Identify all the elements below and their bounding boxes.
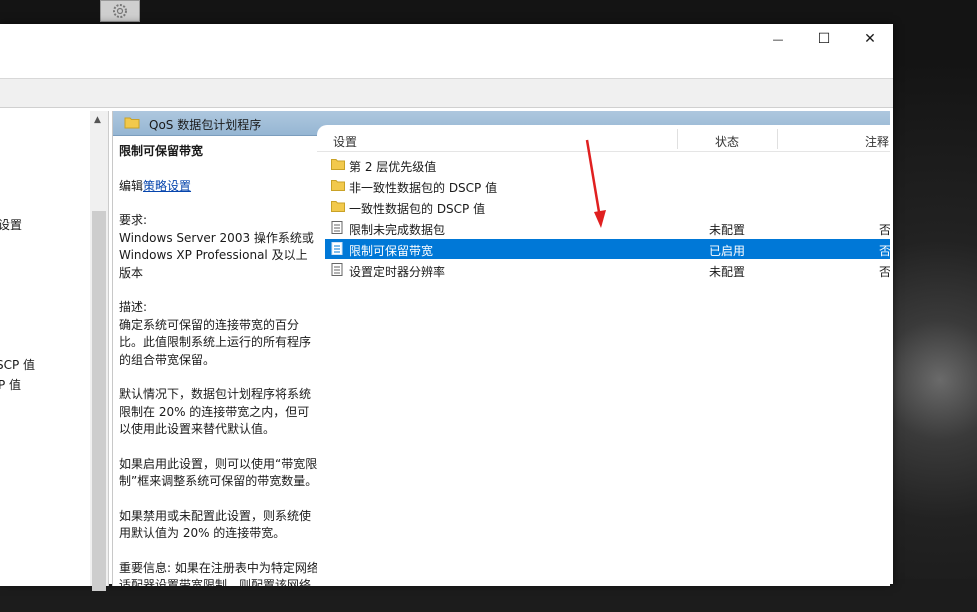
list-item[interactable]: 设置定时器分辨率 未配置 否 — [325, 260, 890, 280]
tree-item[interactable]: P 值 — [0, 376, 21, 393]
scroll-up-icon[interactable]: ▲ — [94, 115, 101, 125]
policy-setting-icon — [331, 221, 343, 234]
minimize-icon: — — [772, 32, 784, 46]
list-item-selected[interactable]: 限制可保留带宽 已启用 否 — [325, 239, 890, 259]
important-text: 重要信息: 如果在注册表中为特定网络适配器设置带宽限制，则配置该网络 — [119, 560, 319, 593]
tree-item[interactable]: 设置 — [0, 216, 22, 233]
column-header-status[interactable]: 状态 — [715, 133, 739, 150]
column-separator[interactable] — [677, 129, 678, 149]
list-header: 设置 状态 注释 — [317, 125, 890, 152]
list-item-note: 否 — [879, 244, 890, 258]
folder-icon — [124, 117, 140, 129]
close-icon: ✕ — [864, 31, 876, 47]
menu-bar — [0, 54, 893, 79]
requirements-label: 要求: — [119, 213, 148, 227]
description-text: 确定系统可保留的连接带宽的百分比。此值限制系统上运行的所有程序的组合带宽保留。 — [119, 317, 312, 367]
list-item-label: 非一致性数据包的 DSCP 值 — [349, 181, 498, 195]
column-separator[interactable] — [777, 129, 778, 149]
list-item-status: 未配置 — [709, 223, 746, 237]
folder-icon — [331, 201, 345, 212]
policy-setting-icon — [331, 263, 343, 276]
setting-description: 限制可保留带宽 编辑策略设置 要求: Windows Server 2003 操作… — [119, 143, 319, 612]
column-header-note[interactable]: 注释 — [865, 133, 889, 150]
gear-icon-tile[interactable] — [100, 0, 140, 22]
edit-line: 编辑策略设置 — [119, 178, 319, 196]
list-item-note: 否 — [879, 223, 890, 237]
requirements-text: Windows Server 2003 操作系统或 Windows XP Pro… — [119, 230, 314, 280]
description-label: 描述: — [119, 300, 148, 314]
list-item[interactable]: 一致性数据包的 DSCP 值 — [325, 197, 890, 217]
toolbar — [0, 79, 893, 108]
list-item-label: 设置定时器分辨率 — [349, 265, 446, 279]
list-item-label: 限制未完成数据包 — [349, 223, 446, 237]
list-item-status: 已启用 — [709, 244, 746, 258]
tree-item[interactable]: SCP 值 — [0, 356, 35, 373]
edit-prefix: 编辑 — [119, 178, 144, 193]
tree-scrollbar[interactable]: ▲ — [90, 111, 108, 591]
list-item-label: 一致性数据包的 DSCP 值 — [349, 202, 486, 216]
folder-icon — [331, 159, 345, 170]
default-text: 默认情况下，数据包计划程序将系统限制在 20% 的连接带宽之内，但可以使用此设置… — [119, 387, 312, 436]
list-item-label: 第 2 层优先级值 — [349, 160, 437, 174]
list-item-status: 未配置 — [709, 265, 746, 279]
title-bar: — ☐ ✕ — [0, 24, 893, 54]
enabled-text: 如果启用此设置，则可以使用“带宽限制”框来调整系统可保留的带宽数量。 — [119, 456, 318, 489]
pane-header-title: QoS 数据包计划程序 — [149, 118, 262, 132]
group-policy-editor-window: — ☐ ✕ 设置 SCP 值 P 值 ▲ QoS 数据包计划程序 限制可保留带宽… — [0, 24, 893, 592]
column-header-setting[interactable]: 设置 — [333, 133, 357, 150]
description-title: 限制可保留带宽 — [119, 144, 204, 158]
list-item-note: 否 — [879, 265, 890, 279]
edit-policy-link[interactable]: 策略设置 — [143, 179, 191, 193]
minimize-button[interactable]: — — [755, 24, 801, 54]
description-block: 描述: 确定系统可保留的连接带宽的百分比。此值限制系统上运行的所有程序的组合带宽保… — [119, 299, 319, 369]
settings-pane: QoS 数据包计划程序 限制可保留带宽 编辑策略设置 要求: Windows Se… — [112, 111, 890, 592]
list-item[interactable]: 非一致性数据包的 DSCP 值 — [325, 176, 890, 196]
policy-setting-icon — [331, 242, 343, 255]
list-item[interactable]: 第 2 层优先级值 — [325, 155, 890, 175]
requirements: 要求: Windows Server 2003 操作系统或 Windows XP … — [119, 212, 319, 282]
disabled-text: 如果禁用或未配置此设置，则系统使用默认值为 20% 的连接带宽。 — [119, 508, 312, 541]
folder-icon — [331, 180, 345, 191]
close-button[interactable]: ✕ — [847, 24, 893, 54]
maximize-icon: ☐ — [817, 31, 831, 47]
list-item[interactable]: 限制未完成数据包 未配置 否 — [325, 218, 890, 238]
gear-icon — [113, 4, 127, 18]
maximize-button[interactable]: ☐ — [801, 24, 847, 54]
scrollbar-thumb[interactable] — [92, 211, 106, 591]
list-item-label: 限制可保留带宽 — [349, 244, 434, 258]
settings-list: 设置 状态 注释 第 2 层优先级值 非一致性数据包的 DSCP 值 一致性数据… — [317, 125, 890, 586]
